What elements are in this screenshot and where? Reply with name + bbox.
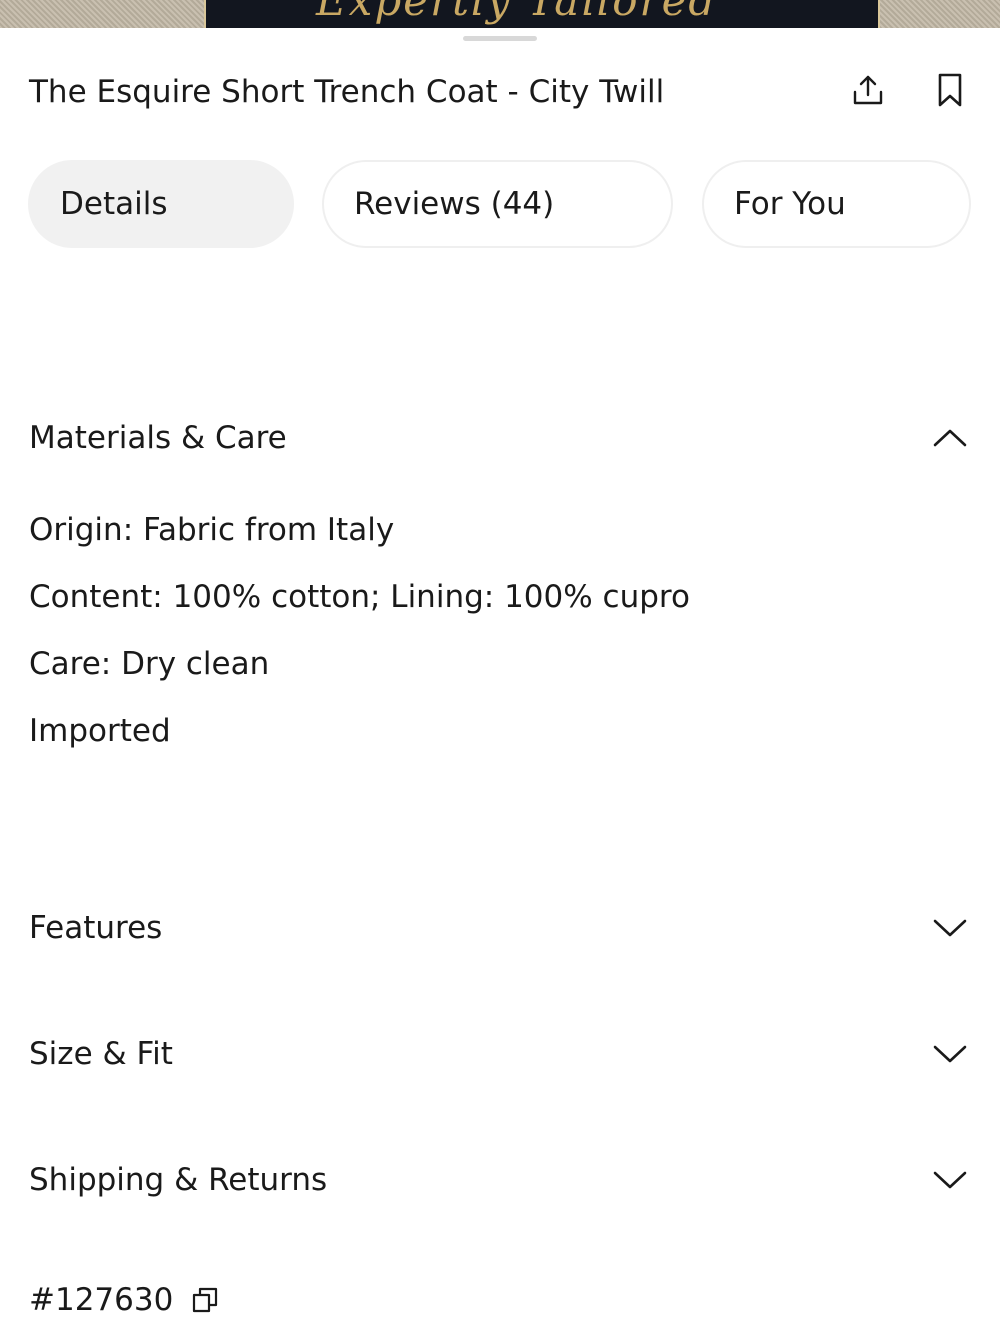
share-icon bbox=[853, 75, 883, 105]
style-number: #127630 bbox=[29, 1282, 174, 1318]
accordion-materials-care[interactable]: Materials & Care bbox=[0, 408, 1000, 468]
materials-content: Content: 100% cotton; Lining: 100% cupro bbox=[29, 579, 690, 615]
sheet-grabber-handle[interactable] bbox=[463, 36, 537, 41]
accordion-size-fit[interactable]: Size & Fit bbox=[0, 1024, 1000, 1084]
copy-button[interactable] bbox=[189, 1284, 221, 1316]
materials-origin: Origin: Fabric from Italy bbox=[29, 512, 395, 548]
style-number-row: #127630 bbox=[29, 1278, 221, 1322]
bookmark-icon bbox=[938, 73, 962, 107]
product-title: The Esquire Short Trench Coat - City Twi… bbox=[29, 74, 665, 110]
accordion-title: Features bbox=[29, 910, 163, 946]
bookmark-button[interactable] bbox=[928, 68, 972, 112]
tab-for-you[interactable]: For You bbox=[702, 160, 971, 248]
chevron-down-icon bbox=[928, 1032, 972, 1076]
accordion-title: Size & Fit bbox=[29, 1036, 173, 1072]
share-button[interactable] bbox=[846, 68, 890, 112]
product-details-sheet: The Esquire Short Trench Coat - City Twi… bbox=[0, 28, 1000, 1333]
accordion-title: Shipping & Returns bbox=[29, 1162, 328, 1198]
garment-label-text: Expertly Tailored bbox=[316, 0, 718, 25]
accordion-title: Materials & Care bbox=[29, 420, 287, 456]
chevron-up-icon bbox=[928, 416, 972, 460]
garment-label: Expertly Tailored bbox=[204, 0, 880, 28]
chevron-down-icon bbox=[928, 906, 972, 950]
accordion-features[interactable]: Features bbox=[0, 898, 1000, 958]
tab-reviews[interactable]: Reviews (44) bbox=[322, 160, 673, 248]
copy-icon bbox=[193, 1287, 218, 1313]
product-hero-image: Expertly Tailored bbox=[0, 0, 1000, 28]
materials-care: Care: Dry clean bbox=[29, 646, 270, 682]
materials-imported: Imported bbox=[29, 713, 171, 749]
chevron-down-icon bbox=[928, 1158, 972, 1202]
accordion-shipping-returns[interactable]: Shipping & Returns bbox=[0, 1150, 1000, 1210]
tab-details[interactable]: Details bbox=[28, 160, 294, 248]
